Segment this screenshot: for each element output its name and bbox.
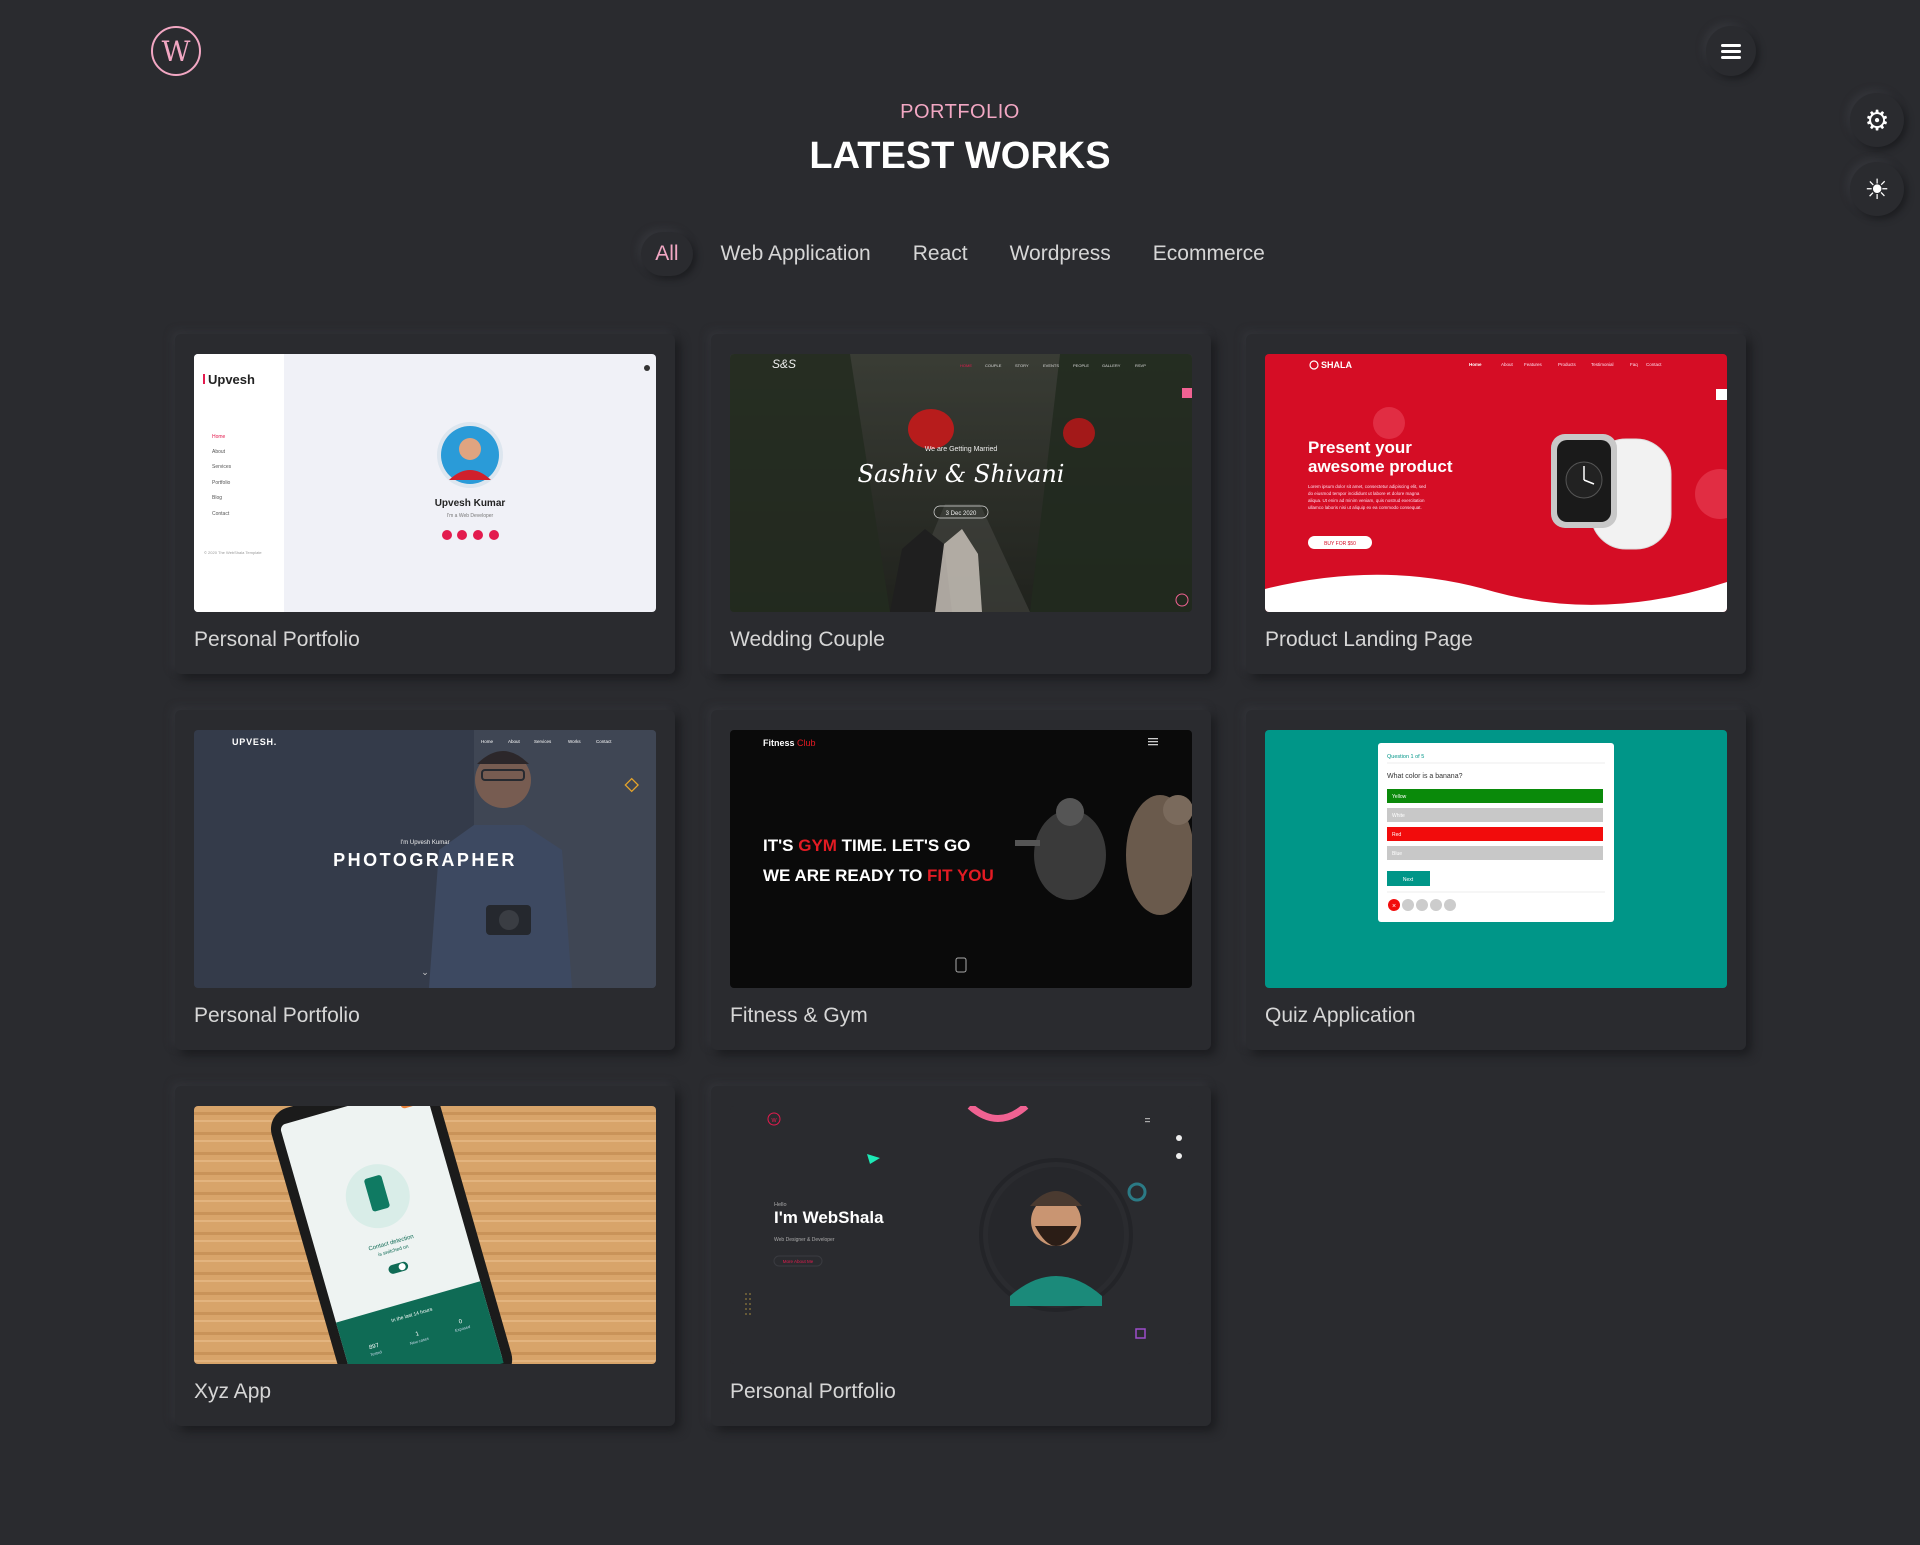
- svg-text:Home: Home: [481, 739, 494, 744]
- svg-text:ullamco laboris nisi ut aliqui: ullamco laboris nisi ut aliquip ex ea co…: [1308, 505, 1422, 510]
- svg-text:Home: Home: [1469, 362, 1482, 367]
- filter-web-application[interactable]: Web Application: [707, 232, 885, 276]
- filter-react[interactable]: React: [899, 232, 982, 276]
- svg-text:Blue: Blue: [1392, 851, 1402, 857]
- svg-text:SHALA: SHALA: [1321, 360, 1352, 370]
- svg-text:PEOPLE: PEOPLE: [1073, 363, 1089, 368]
- svg-text:Contact: Contact: [1646, 362, 1662, 367]
- svg-text:Yellow: Yellow: [1392, 794, 1407, 800]
- svg-text:×: ×: [1392, 903, 1396, 910]
- work-card-quiz-application[interactable]: Question 1 of 5 What color is a banana? …: [1246, 710, 1746, 1050]
- work-card-fitness-gym[interactable]: Fitness Club IT'S GYM TIME. LET'S GO WE …: [711, 710, 1211, 1050]
- svg-text:S&S: S&S: [772, 357, 796, 371]
- filter-wordpress[interactable]: Wordpress: [996, 232, 1125, 276]
- work-card-wedding-couple[interactable]: S&S HOME COUPLE STORY EVENTS PEOPLE GALL…: [711, 334, 1211, 674]
- svg-text:Upvesh Kumar: Upvesh Kumar: [435, 498, 506, 509]
- svg-text:STORY: STORY: [1015, 363, 1029, 368]
- svg-text:What color is a banana?: What color is a banana?: [1387, 773, 1463, 780]
- svg-text:RSVP: RSVP: [1135, 363, 1146, 368]
- svg-text:About: About: [508, 739, 521, 744]
- work-thumbnail: Question 1 of 5 What color is a banana? …: [1265, 730, 1727, 988]
- menu-button[interactable]: [1706, 26, 1756, 76]
- svg-text:More About Me: More About Me: [783, 1259, 814, 1264]
- filter-ecommerce[interactable]: Ecommerce: [1139, 232, 1279, 276]
- svg-text:I'm a Web Developer: I'm a Web Developer: [447, 513, 494, 519]
- section-subtitle: PORTFOLIO: [900, 101, 1020, 123]
- svg-text:PHOTOGRAPHER: PHOTOGRAPHER: [333, 850, 517, 870]
- svg-text:awesome product: awesome product: [1308, 457, 1453, 476]
- work-card-personal-portfolio-2[interactable]: UPVESH. Home About Services Works Contac…: [175, 710, 675, 1050]
- svg-text:Blog: Blog: [212, 495, 222, 501]
- svg-text:Sashiv & Shivani: Sashiv & Shivani: [858, 460, 1065, 488]
- svg-text:Testimonial: Testimonial: [1591, 362, 1614, 367]
- work-card-personal-portfolio-1[interactable]: Upvesh Home About Services Portfolio Blo…: [175, 334, 675, 674]
- svg-text:We are Getting Married: We are Getting Married: [925, 446, 998, 453]
- svg-text:UPVESH.: UPVESH.: [232, 737, 277, 747]
- svg-text:Features: Features: [1524, 362, 1543, 367]
- svg-text:BUY FOR $50: BUY FOR $50: [1324, 541, 1356, 547]
- svg-text:Contact: Contact: [596, 739, 612, 744]
- work-thumbnail: UPVESH. Home About Services Works Contac…: [194, 730, 656, 988]
- work-card-personal-portfolio-3[interactable]: w Hello I'm WebShala Web Designer & Deve…: [711, 1086, 1211, 1426]
- svg-text:Upvesh: Upvesh: [208, 372, 255, 387]
- work-title: Fitness & Gym: [730, 1004, 868, 1027]
- svg-text:Services: Services: [534, 739, 552, 744]
- svg-text:Contact: Contact: [212, 511, 230, 517]
- work-title: Xyz App: [194, 1380, 272, 1403]
- work-title: Quiz Application: [1265, 1004, 1416, 1027]
- work-thumbnail: Fitness Club IT'S GYM TIME. LET'S GO WE …: [730, 730, 1192, 988]
- svg-text:Services: Services: [212, 464, 232, 470]
- svg-text:Red: Red: [1392, 832, 1401, 838]
- site-logo[interactable]: W: [151, 26, 201, 76]
- work-title: Product Landing Page: [1265, 628, 1473, 651]
- svg-text:Fitness: Fitness: [763, 738, 795, 748]
- svg-text:I'm Upvesh Kumar: I'm Upvesh Kumar: [400, 840, 449, 846]
- filter-tabs: All Web Application React Wordpress Ecom…: [0, 232, 1920, 276]
- svg-text:Portfolio: Portfolio: [212, 480, 231, 486]
- svg-text:⌄: ⌄: [421, 967, 429, 977]
- work-thumbnail: Upvesh Home About Services Portfolio Blo…: [194, 354, 656, 612]
- filter-all[interactable]: All: [641, 232, 692, 276]
- logo-letter: W: [161, 34, 191, 68]
- svg-text:3 Dec 2020: 3 Dec 2020: [946, 511, 977, 517]
- svg-text:do eiusmod tempor incididunt u: do eiusmod tempor incididunt ut labore e…: [1308, 491, 1420, 496]
- svg-text:Faq: Faq: [1630, 362, 1638, 367]
- svg-text:COUPLE: COUPLE: [985, 363, 1002, 368]
- svg-text:Question 1 of 5: Question 1 of 5: [1387, 754, 1424, 760]
- svg-text:Home: Home: [212, 434, 226, 440]
- svg-text:Next: Next: [1403, 877, 1414, 883]
- svg-text:aliqua. Ut enim ad minim venia: aliqua. Ut enim ad minim veniam, quis no…: [1308, 498, 1425, 503]
- work-title: Personal Portfolio: [194, 628, 360, 651]
- svg-text:White: White: [1392, 813, 1405, 819]
- hamburger-menu-icon: [1721, 41, 1741, 62]
- svg-text:About: About: [1501, 362, 1514, 367]
- svg-text:Works: Works: [568, 739, 581, 744]
- svg-text:HOME: HOME: [960, 363, 972, 368]
- work-card-xyz-app[interactable]: Contact detection is switched on In the …: [175, 1086, 675, 1426]
- svg-text:EVENTS: EVENTS: [1043, 363, 1059, 368]
- svg-text:Web Designer & Developer: Web Designer & Developer: [774, 1237, 835, 1243]
- work-thumbnail: SHALA Home About Features Products Testi…: [1265, 354, 1727, 612]
- svg-text:Lorem ipsum dolor sit amet, co: Lorem ipsum dolor sit amet, consectetur …: [1308, 484, 1427, 489]
- work-thumbnail: Contact detection is switched on In the …: [194, 1106, 656, 1364]
- svg-text:About: About: [212, 449, 226, 455]
- svg-text:Club: Club: [797, 738, 816, 748]
- work-card-product-landing-page[interactable]: SHALA Home About Features Products Testi…: [1246, 334, 1746, 674]
- work-thumbnail: S&S HOME COUPLE STORY EVENTS PEOPLE GALL…: [730, 354, 1192, 612]
- section-title: LATEST WORKS: [809, 135, 1111, 177]
- svg-text:© 2020 The WebShala Template: © 2020 The WebShala Template: [204, 550, 262, 555]
- svg-text:GALLERY: GALLERY: [1102, 363, 1121, 368]
- work-title: Personal Portfolio: [730, 1380, 896, 1403]
- work-title: Personal Portfolio: [194, 1004, 360, 1027]
- work-thumbnail: w Hello I'm WebShala Web Designer & Deve…: [730, 1106, 1192, 1364]
- svg-text:w: w: [770, 1117, 777, 1124]
- svg-text:Products: Products: [1558, 362, 1577, 367]
- svg-text:IT'S GYM TIME. LET'S GO: IT'S GYM TIME. LET'S GO: [763, 836, 970, 855]
- work-title: Wedding Couple: [730, 628, 885, 651]
- svg-text:I'm WebShala: I'm WebShala: [774, 1208, 884, 1227]
- svg-text:Present your: Present your: [1308, 438, 1412, 457]
- svg-text:WE ARE READY TO FIT YOU: WE ARE READY TO FIT YOU: [763, 866, 994, 885]
